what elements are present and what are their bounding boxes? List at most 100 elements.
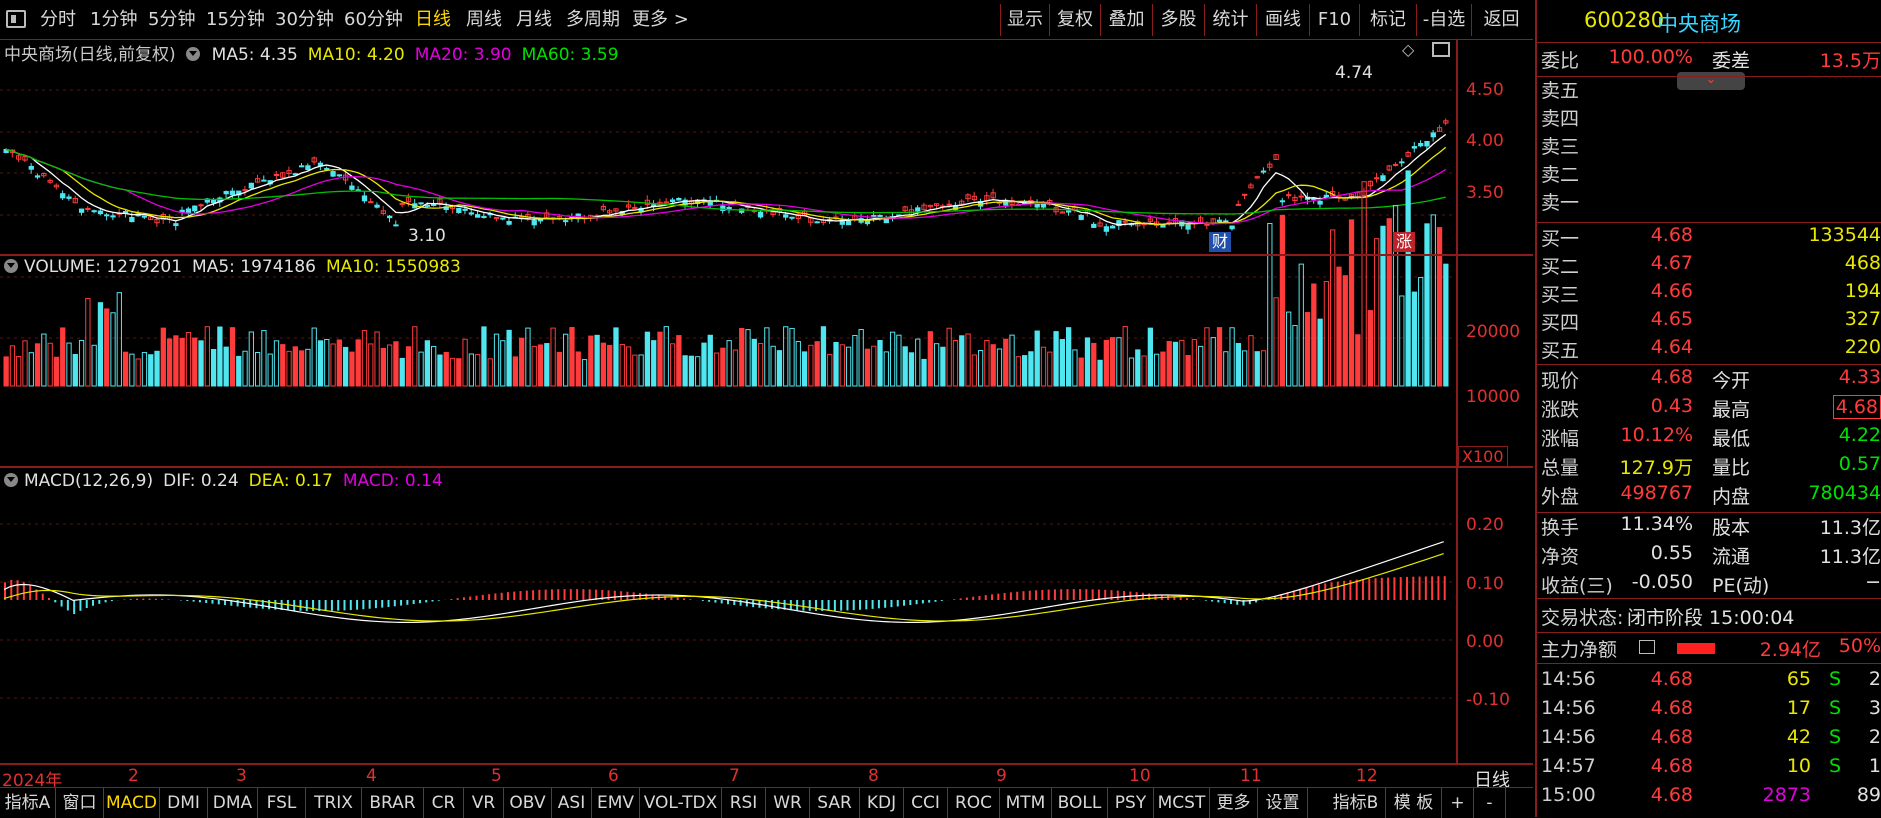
indicator-tab-15[interactable]: WR bbox=[766, 788, 810, 818]
sell-level-row[interactable]: 卖四 bbox=[1537, 104, 1881, 132]
indicator-tab-10[interactable]: OBV bbox=[504, 788, 552, 818]
toolbar-button-3[interactable]: 多股 bbox=[1152, 4, 1204, 36]
candle-body bbox=[456, 207, 462, 214]
volume-bar bbox=[229, 327, 236, 387]
volume-bar bbox=[179, 337, 185, 387]
dropdown-icon[interactable] bbox=[4, 259, 18, 273]
indicator-tab-27[interactable]: 模 板 bbox=[1386, 788, 1442, 818]
tick-time: 14:57 bbox=[1541, 755, 1596, 777]
macd-value-label: MACD: 0.14 bbox=[342, 471, 443, 491]
diamond-icon[interactable]: ◇ bbox=[1402, 40, 1414, 59]
buy-level-row[interactable]: 买二 4.67 468 bbox=[1537, 252, 1881, 280]
dropdown-icon[interactable] bbox=[4, 473, 18, 487]
indicator-tab-16[interactable]: SAR bbox=[810, 788, 860, 818]
indicator-tab-17[interactable]: KDJ bbox=[860, 788, 904, 818]
toolbar-button-7[interactable]: 标记 bbox=[1359, 4, 1416, 36]
indicator-tab-21[interactable]: BOLL bbox=[1052, 788, 1108, 818]
period-tab-9[interactable]: 多周期 bbox=[566, 6, 620, 34]
indicator-tab-9[interactable]: VR bbox=[464, 788, 504, 818]
period-tab-6[interactable]: 日线 bbox=[415, 6, 451, 34]
sell-level-row[interactable]: 卖五 bbox=[1537, 76, 1881, 104]
indicator-tab-23[interactable]: MCST bbox=[1154, 788, 1210, 818]
limit-up-badge[interactable]: 涨 bbox=[1393, 232, 1415, 252]
volume-bar bbox=[663, 326, 669, 387]
toolbar-button-5[interactable]: 画线 bbox=[1256, 4, 1309, 36]
candle-body bbox=[248, 182, 254, 189]
menu-icon[interactable] bbox=[6, 10, 26, 28]
indicator-tab-3[interactable]: DMI bbox=[160, 788, 208, 818]
indicator-tab-24[interactable]: 更多 bbox=[1210, 788, 1258, 818]
dropdown-icon[interactable] bbox=[185, 47, 200, 61]
indicator-tab-28[interactable]: + bbox=[1442, 788, 1474, 818]
sell-level-row[interactable]: 卖二 bbox=[1537, 160, 1881, 188]
period-tab-2[interactable]: 5分钟 bbox=[148, 6, 195, 34]
toolbar-button-9[interactable]: 返回 bbox=[1471, 4, 1531, 36]
period-tab-1[interactable]: 1分钟 bbox=[90, 6, 137, 34]
period-tab-4[interactable]: 30分钟 bbox=[275, 6, 334, 34]
volume-bar bbox=[1380, 225, 1386, 387]
indicator-tab-8[interactable]: CR bbox=[424, 788, 464, 818]
period-tab-0[interactable]: 分时 bbox=[40, 6, 76, 34]
volume-bar bbox=[952, 339, 959, 387]
indicator-tab-0[interactable]: 指标A bbox=[0, 788, 56, 818]
indicator-tab-5[interactable]: FSL bbox=[258, 788, 306, 818]
indicator-tab-29[interactable]: - bbox=[1474, 788, 1506, 818]
buy-price: 4.68 bbox=[1650, 224, 1693, 246]
candle-body bbox=[468, 212, 475, 215]
indicator-tab-13[interactable]: VOL-TDX bbox=[640, 788, 722, 818]
volume-bar bbox=[242, 350, 248, 387]
finance-badge[interactable]: 财 bbox=[1209, 232, 1231, 252]
stock-code: 600280 bbox=[1584, 8, 1665, 32]
indicator-tab-26[interactable]: 指标B bbox=[1326, 788, 1386, 818]
indicator-tab-19[interactable]: ROC bbox=[948, 788, 1000, 818]
indicator-tab-6[interactable]: TRIX bbox=[306, 788, 362, 818]
window-toggle-icon[interactable] bbox=[1432, 42, 1450, 57]
toolbar-button-4[interactable]: 统计 bbox=[1204, 4, 1256, 36]
period-tab-5[interactable]: 60分钟 bbox=[344, 6, 403, 34]
volume-bar bbox=[575, 351, 581, 387]
volume-bar bbox=[1399, 295, 1405, 387]
buy-level-row[interactable]: 买三 4.66 194 bbox=[1537, 280, 1881, 308]
period-tab-8[interactable]: 月线 bbox=[516, 6, 552, 34]
indicator-tab-11[interactable]: ASI bbox=[552, 788, 592, 818]
indicator-tab-4[interactable]: DMA bbox=[208, 788, 258, 818]
toolbar-button-2[interactable]: 叠加 bbox=[1100, 4, 1152, 36]
indicator-tab-1[interactable]: 窗口 bbox=[56, 788, 104, 818]
chart-area[interactable] bbox=[0, 40, 1533, 765]
indicator-tab-2[interactable]: MACD bbox=[104, 788, 160, 818]
list-icon[interactable] bbox=[1639, 640, 1655, 654]
sell-level-row[interactable]: 卖三 bbox=[1537, 132, 1881, 160]
toolbar-button-6[interactable]: F10 bbox=[1309, 4, 1359, 36]
sell-level-row[interactable]: 卖一 bbox=[1537, 188, 1881, 216]
period-tab-3[interactable]: 15分钟 bbox=[206, 6, 265, 34]
chart-canvas[interactable] bbox=[0, 40, 1533, 765]
candle-body bbox=[481, 215, 487, 218]
indicator-tab-12[interactable]: EMV bbox=[592, 788, 640, 818]
buy-level-row[interactable]: 买一 4.68 133544 bbox=[1537, 224, 1881, 252]
indicator-tab-18[interactable]: CCI bbox=[904, 788, 948, 818]
volume-bar bbox=[1436, 227, 1443, 387]
buy-level-row[interactable]: 买四 4.65 327 bbox=[1537, 308, 1881, 336]
volume-bar bbox=[449, 357, 456, 387]
indicator-tab-25[interactable]: 设置 bbox=[1258, 788, 1308, 818]
toolbar-button-0[interactable]: 显示 bbox=[1000, 4, 1049, 36]
indicator-tab-20[interactable]: MTM bbox=[1000, 788, 1052, 818]
period-tab-7[interactable]: 周线 bbox=[466, 6, 502, 34]
volume-bar bbox=[1311, 283, 1317, 387]
buy-level-row[interactable]: 买五 4.64 220 bbox=[1537, 336, 1881, 364]
indicator-tab-7[interactable]: BRAR bbox=[362, 788, 424, 818]
volume-bar bbox=[946, 327, 952, 387]
toolbar-button-8[interactable]: -自选 bbox=[1416, 4, 1471, 36]
volume-bar bbox=[707, 334, 713, 387]
period-tab-10[interactable]: 更多 > bbox=[632, 6, 689, 34]
volume-unit-label: X100 bbox=[1458, 446, 1508, 467]
volume-bar bbox=[122, 351, 129, 387]
indicator-tab-22[interactable]: PSY bbox=[1108, 788, 1154, 818]
indicator-tab-14[interactable]: RSI bbox=[722, 788, 766, 818]
volume-bar bbox=[1405, 170, 1411, 387]
volume-bar bbox=[311, 327, 317, 387]
macd-tick: 0.10 bbox=[1466, 574, 1504, 594]
toolbar-button-1[interactable]: 复权 bbox=[1049, 4, 1100, 36]
stat-value: -0.050 bbox=[1631, 571, 1693, 593]
volume-bar bbox=[556, 351, 563, 387]
